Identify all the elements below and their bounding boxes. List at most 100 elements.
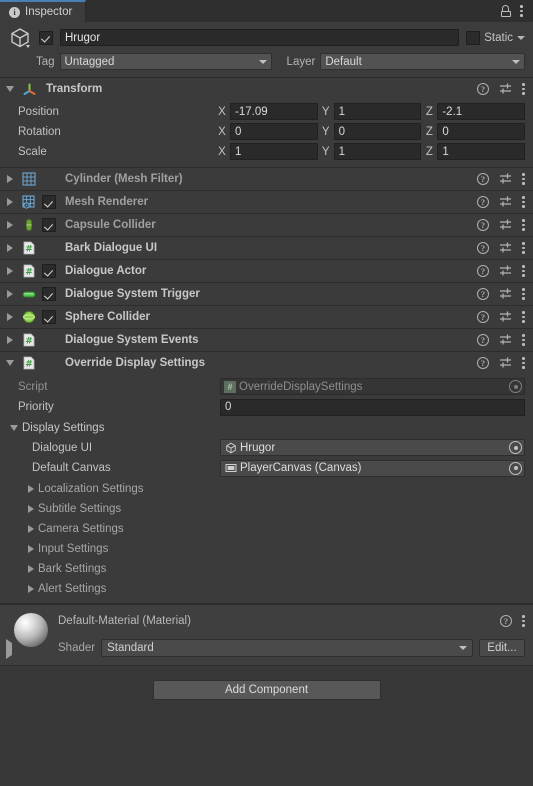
capsule-collider-foldout-arrow[interactable] bbox=[4, 221, 16, 229]
help-icon[interactable]: ? bbox=[477, 196, 489, 208]
transform-position-row: Position X -17.09 Y 1 Z -2.1 bbox=[8, 102, 526, 121]
help-icon[interactable]: ? bbox=[477, 288, 489, 300]
axis-label-z: Z bbox=[425, 105, 433, 118]
rotation-y-field[interactable]: 0 bbox=[333, 123, 422, 140]
dialogue-actor-header[interactable]: # Dialogue Actor ? bbox=[0, 260, 533, 282]
dialogue-system-trigger-foldout-arrow[interactable] bbox=[4, 290, 16, 298]
capsule-collider-enabled-checkbox[interactable] bbox=[42, 218, 56, 232]
kebab-menu-icon[interactable] bbox=[522, 196, 525, 208]
dialogue-actor-foldout-arrow[interactable] bbox=[4, 267, 16, 275]
mesh-renderer-header[interactable]: Mesh Renderer ? bbox=[0, 191, 533, 213]
sphere-collider-foldout-arrow[interactable] bbox=[4, 313, 16, 321]
object-picker-icon[interactable] bbox=[509, 441, 522, 454]
mesh-filter-foldout-arrow[interactable] bbox=[4, 175, 16, 183]
kebab-menu-icon[interactable] bbox=[522, 357, 525, 369]
preset-icon[interactable] bbox=[499, 173, 512, 185]
preset-icon[interactable] bbox=[499, 357, 512, 369]
mesh-filter-header[interactable]: Cylinder (Mesh Filter) ? bbox=[0, 168, 533, 190]
localization-settings-foldout[interactable]: Localization Settings bbox=[8, 479, 525, 499]
sphere-collider-header[interactable]: Sphere Collider ? bbox=[0, 306, 533, 328]
dialogue-system-events-foldout-arrow[interactable] bbox=[4, 336, 16, 344]
kebab-menu-icon[interactable] bbox=[522, 311, 525, 323]
help-icon[interactable]: ? bbox=[477, 357, 489, 369]
lock-icon[interactable] bbox=[500, 5, 511, 17]
add-component-button[interactable]: Add Component bbox=[152, 680, 381, 700]
transform-foldout-arrow[interactable] bbox=[4, 86, 16, 92]
kebab-menu-icon[interactable] bbox=[522, 288, 525, 300]
static-dropdown-arrow-icon[interactable] bbox=[517, 35, 525, 40]
capsule-collider-header[interactable]: Capsule Collider ? bbox=[0, 214, 533, 236]
kebab-menu-icon[interactable] bbox=[522, 83, 525, 95]
help-icon[interactable]: ? bbox=[477, 242, 489, 254]
static-label: Static bbox=[484, 31, 513, 44]
alert-settings-foldout[interactable]: Alert Settings bbox=[8, 579, 525, 599]
help-icon[interactable]: ? bbox=[477, 173, 489, 185]
scale-y-field[interactable]: 1 bbox=[333, 143, 422, 160]
localization-settings-label: Localization Settings bbox=[38, 483, 144, 495]
object-picker-icon[interactable] bbox=[509, 461, 522, 475]
dialogue-actor-enabled-checkbox[interactable] bbox=[42, 264, 56, 278]
material-sphere-preview bbox=[14, 613, 48, 647]
layer-dropdown[interactable]: Default bbox=[320, 53, 525, 70]
override-display-settings-foldout-arrow[interactable] bbox=[4, 360, 16, 366]
help-icon[interactable]: ? bbox=[477, 311, 489, 323]
sphere-collider-enabled-checkbox[interactable] bbox=[42, 310, 56, 324]
component-dialogue-system-trigger: Dialogue System Trigger ? bbox=[0, 283, 533, 306]
help-icon[interactable]: ? bbox=[477, 334, 489, 346]
transform-header[interactable]: Transform ? bbox=[0, 78, 533, 100]
kebab-menu-icon[interactable] bbox=[522, 173, 525, 185]
position-x-field[interactable]: -17.09 bbox=[230, 103, 318, 120]
tab-inspector[interactable]: i Inspector bbox=[0, 0, 87, 22]
preset-icon[interactable] bbox=[499, 288, 512, 300]
subtitle-settings-foldout[interactable]: Subtitle Settings bbox=[8, 499, 525, 519]
mesh-renderer-enabled-checkbox[interactable] bbox=[42, 195, 56, 209]
preset-icon[interactable] bbox=[499, 196, 512, 208]
position-y-field[interactable]: 1 bbox=[333, 103, 422, 120]
override-display-settings-header[interactable]: # Override Display Settings ? bbox=[0, 352, 533, 374]
position-z-field[interactable]: -2.1 bbox=[437, 103, 526, 120]
help-icon[interactable]: ? bbox=[477, 83, 489, 95]
gameobject-enabled-checkbox[interactable] bbox=[39, 30, 53, 45]
shader-dropdown[interactable]: Standard bbox=[101, 638, 473, 657]
rotation-vector3: X 0 Y 0 Z 0 bbox=[218, 123, 526, 140]
rotation-x-field[interactable]: 0 bbox=[230, 123, 318, 140]
help-icon[interactable]: ? bbox=[477, 219, 489, 231]
help-icon[interactable]: ? bbox=[500, 615, 512, 627]
preset-icon[interactable] bbox=[499, 219, 512, 231]
kebab-menu-icon[interactable] bbox=[522, 265, 525, 277]
bark-settings-foldout[interactable]: Bark Settings bbox=[8, 559, 525, 579]
shader-edit-button[interactable]: Edit... bbox=[479, 638, 525, 657]
preset-icon[interactable] bbox=[499, 83, 512, 95]
input-settings-foldout[interactable]: Input Settings bbox=[8, 539, 525, 559]
camera-settings-foldout[interactable]: Camera Settings bbox=[8, 519, 525, 539]
dialogue-ui-object-field[interactable]: Hrugor bbox=[220, 439, 525, 456]
help-icon[interactable]: ? bbox=[477, 265, 489, 277]
preset-icon[interactable] bbox=[499, 242, 512, 254]
rotation-z-field[interactable]: 0 bbox=[437, 123, 526, 140]
display-settings-foldout[interactable]: Display Settings bbox=[8, 418, 525, 438]
gameobject-name-field[interactable]: Hrugor bbox=[60, 29, 460, 46]
bark-dialogue-ui-foldout-arrow[interactable] bbox=[4, 244, 16, 252]
bark-dialogue-ui-header[interactable]: # Bark Dialogue UI ? bbox=[0, 237, 533, 259]
component-dialogue-actor: # Dialogue Actor ? bbox=[0, 260, 533, 283]
preset-icon[interactable] bbox=[499, 311, 512, 323]
material-foldout-arrow[interactable] bbox=[6, 639, 12, 659]
kebab-menu-icon[interactable] bbox=[522, 242, 525, 254]
scale-x-field[interactable]: 1 bbox=[230, 143, 318, 160]
mesh-renderer-foldout-arrow[interactable] bbox=[4, 198, 16, 206]
default-canvas-label: Default Canvas bbox=[32, 462, 111, 474]
priority-field[interactable]: 0 bbox=[220, 398, 525, 416]
kebab-menu-icon[interactable] bbox=[522, 334, 525, 346]
dialogue-system-events-header[interactable]: # Dialogue System Events ? bbox=[0, 329, 533, 351]
dialogue-system-trigger-enabled-checkbox[interactable] bbox=[42, 287, 56, 301]
dialogue-system-trigger-header[interactable]: Dialogue System Trigger ? bbox=[0, 283, 533, 305]
preset-icon[interactable] bbox=[499, 334, 512, 346]
kebab-menu-icon[interactable] bbox=[522, 615, 525, 627]
scale-z-field[interactable]: 1 bbox=[437, 143, 526, 160]
kebab-menu-icon[interactable] bbox=[520, 5, 523, 17]
preset-icon[interactable] bbox=[499, 265, 512, 277]
tag-dropdown[interactable]: Untagged bbox=[59, 53, 272, 70]
static-checkbox[interactable] bbox=[466, 30, 481, 45]
default-canvas-object-field[interactable]: PlayerCanvas (Canvas) bbox=[220, 459, 525, 477]
kebab-menu-icon[interactable] bbox=[522, 219, 525, 231]
